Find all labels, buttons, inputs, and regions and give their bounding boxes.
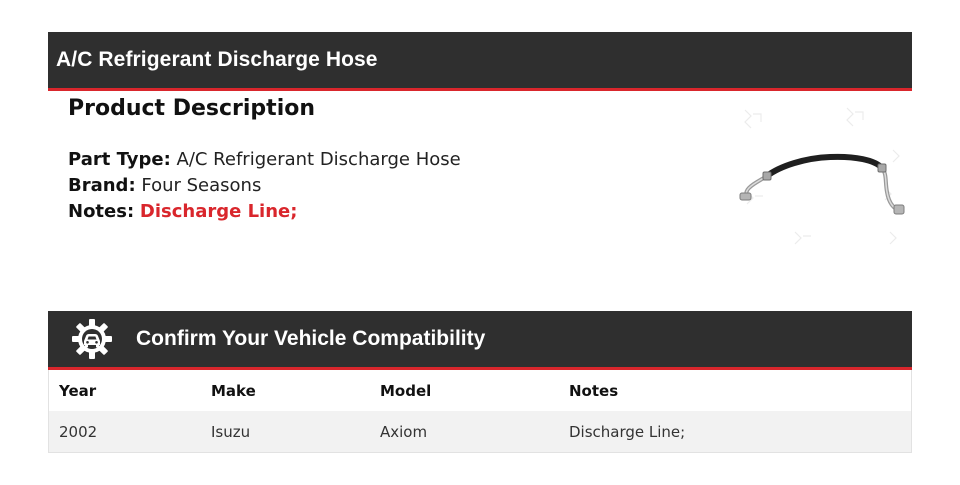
table-row[interactable]: 2002 Isuzu Axiom Discharge Line; [49, 411, 911, 452]
brand-value: Four Seasons [141, 175, 262, 196]
cell-make: Isuzu [211, 422, 251, 441]
notes-value: Discharge Line; [139, 201, 298, 222]
product-image[interactable] [735, 100, 910, 260]
cell-model: Axiom [380, 422, 428, 441]
brand-row: Brand: Four Seasons [68, 173, 688, 199]
column-header-notes[interactable]: Notes [559, 382, 911, 400]
compatibility-table: Year Make Model Notes 2002 Isuzu Axiom D… [48, 370, 912, 453]
cell-notes: Discharge Line; [569, 422, 686, 441]
notes-label: Notes: [68, 201, 135, 222]
hose-image-icon [739, 107, 905, 245]
part-type-value: A/C Refrigerant Discharge Hose [176, 149, 461, 170]
part-type-row: Part Type: A/C Refrigerant Discharge Hos… [68, 147, 688, 173]
table-header-row: Year Make Model Notes [49, 370, 911, 411]
notes-row: Notes: Discharge Line; [68, 199, 688, 225]
compatibility-header-bar: Confirm Your Vehicle Compatibility [48, 311, 912, 370]
brand-label: Brand: [68, 175, 136, 196]
product-description: Product Description Part Type: A/C Refri… [68, 96, 688, 225]
gear-car-icon [72, 319, 112, 359]
compatibility-title: Confirm Your Vehicle Compatibility [136, 327, 486, 350]
product-description-heading: Product Description [68, 96, 316, 121]
product-header-title: A/C Refrigerant Discharge Hose [56, 48, 378, 71]
column-header-model[interactable]: Model [370, 382, 559, 400]
cell-year: 2002 [59, 422, 98, 441]
column-header-year[interactable]: Year [49, 382, 201, 400]
product-header-bar: A/C Refrigerant Discharge Hose [48, 32, 912, 91]
part-type-label: Part Type: [68, 149, 171, 170]
column-header-make[interactable]: Make [201, 382, 370, 400]
